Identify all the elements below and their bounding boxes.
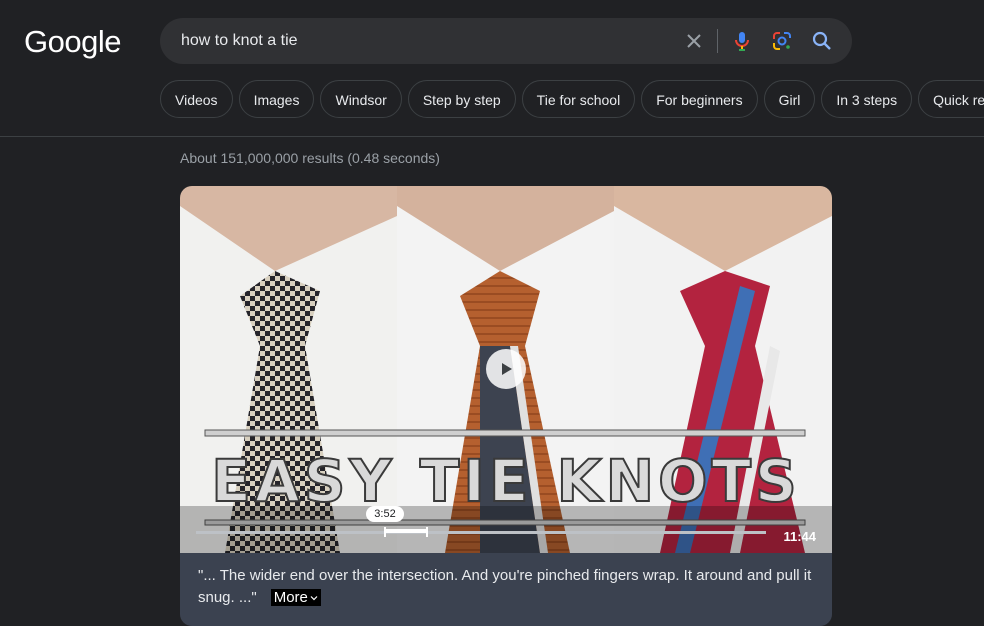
chip-for-beginners[interactable]: For beginners xyxy=(641,80,758,118)
microphone-icon[interactable] xyxy=(730,29,754,53)
close-icon[interactable] xyxy=(682,29,706,53)
filter-chips: Videos Images Windsor Step by step Tie for s… xyxy=(160,80,984,120)
video-title-overlay: EASY TIE KNOTS xyxy=(211,447,801,515)
result-stats: About 151,000,000 results (0.48 seconds) xyxy=(180,150,440,166)
segment-start-tick xyxy=(384,527,386,537)
google-lens-icon[interactable] xyxy=(770,29,794,53)
chip-in-3-steps[interactable]: In 3 steps xyxy=(821,80,913,118)
chevron-down-icon xyxy=(310,596,318,601)
video-key-moment-segment[interactable] xyxy=(384,529,428,533)
more-button[interactable]: More xyxy=(270,589,321,606)
video-progress-track[interactable] xyxy=(196,531,766,534)
chip-quick[interactable]: Quick re xyxy=(918,80,984,118)
chip-images[interactable]: Images xyxy=(238,80,315,118)
chip-videos[interactable]: Videos xyxy=(160,80,233,118)
video-snippet: "... The wider end over the intersection… xyxy=(180,553,832,626)
chip-girl[interactable]: Girl xyxy=(763,80,816,118)
google-logo[interactable]: Google xyxy=(24,24,121,60)
header-divider xyxy=(0,136,984,137)
play-icon xyxy=(502,363,512,375)
search-icon[interactable] xyxy=(810,29,834,53)
play-button[interactable] xyxy=(486,349,526,389)
chip-step-by-step[interactable]: Step by step xyxy=(407,80,516,118)
video-duration: 11:44 xyxy=(783,529,816,544)
key-moment-timestamp: 3:52 xyxy=(366,506,404,522)
segment-end-tick xyxy=(426,527,428,537)
more-label: More xyxy=(273,589,308,606)
chip-windsor[interactable]: Windsor xyxy=(320,80,402,118)
chip-tie-for-school[interactable]: Tie for school xyxy=(521,80,636,118)
search-divider xyxy=(717,29,718,53)
video-result[interactable]: EASY TIE KNOTS 3:52 11:44 "... The wider… xyxy=(180,186,832,626)
search-input[interactable] xyxy=(181,30,661,52)
search-bar[interactable] xyxy=(160,18,852,64)
